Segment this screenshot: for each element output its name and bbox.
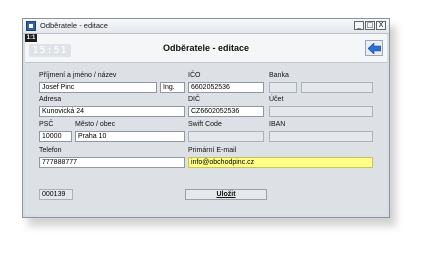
zoom-badge: 1:1 [25,34,37,42]
customer-form: Příjmení a jméno / název Josef Pinc Ing.… [25,63,387,215]
ico-label: IČO [188,72,201,79]
email-field[interactable]: info@obchodpinc.cz [188,157,373,168]
bank-label: Banka [269,72,289,79]
iban-field[interactable] [269,131,373,142]
address-label: Adresa [39,96,62,103]
name-field[interactable]: Josef Pinc [39,82,157,93]
dic-label: DIČ [188,96,201,103]
zip-label: PSČ [39,121,54,128]
maximize-button[interactable]: □ [365,21,375,30]
back-arrow-icon [368,43,381,54]
account-label: Účet [269,96,284,103]
iban-label: IBAN [269,121,286,128]
dic-field[interactable]: CZ6602052536 [188,106,264,117]
title-bar[interactable]: Odběratele - editace _ □ X [23,19,389,34]
record-id-field: 000139 [39,189,73,200]
account-field[interactable] [269,106,373,117]
window-title: Odběratele - editace [40,21,108,30]
back-button[interactable] [365,40,383,56]
bank-field[interactable] [269,82,297,93]
page-title: Odběratele - editace [162,43,250,53]
swift-label: Swift Code [188,121,222,128]
window-controls: _ □ X [354,21,386,30]
ico-field[interactable]: 6602052536 [188,82,264,93]
address-field[interactable]: Kunovická 24 [39,106,185,117]
swift-field[interactable] [188,131,264,142]
name-label: Příjmení a jméno / název [39,72,117,79]
minimize-button[interactable]: _ [354,21,364,30]
phone-label: Telefon [39,147,62,154]
app-icon [26,21,36,31]
bank-code-field[interactable] [301,82,373,93]
save-button[interactable]: Uložit [185,189,267,200]
phone-field[interactable]: 777888777 [39,157,185,168]
close-button[interactable]: X [376,21,386,30]
edit-window: Odběratele - editace _ □ X 1:1 15:51 Odb… [22,18,390,218]
degree-field[interactable]: Ing. [160,82,185,93]
form-header: 1:1 15:51 Odběratele - editace [25,34,387,63]
city-label: Město / obec [75,121,116,128]
city-field[interactable]: Praha 10 [75,131,185,142]
zip-field[interactable]: 10000 [39,131,72,142]
email-label: Primární E-mail [188,147,237,154]
